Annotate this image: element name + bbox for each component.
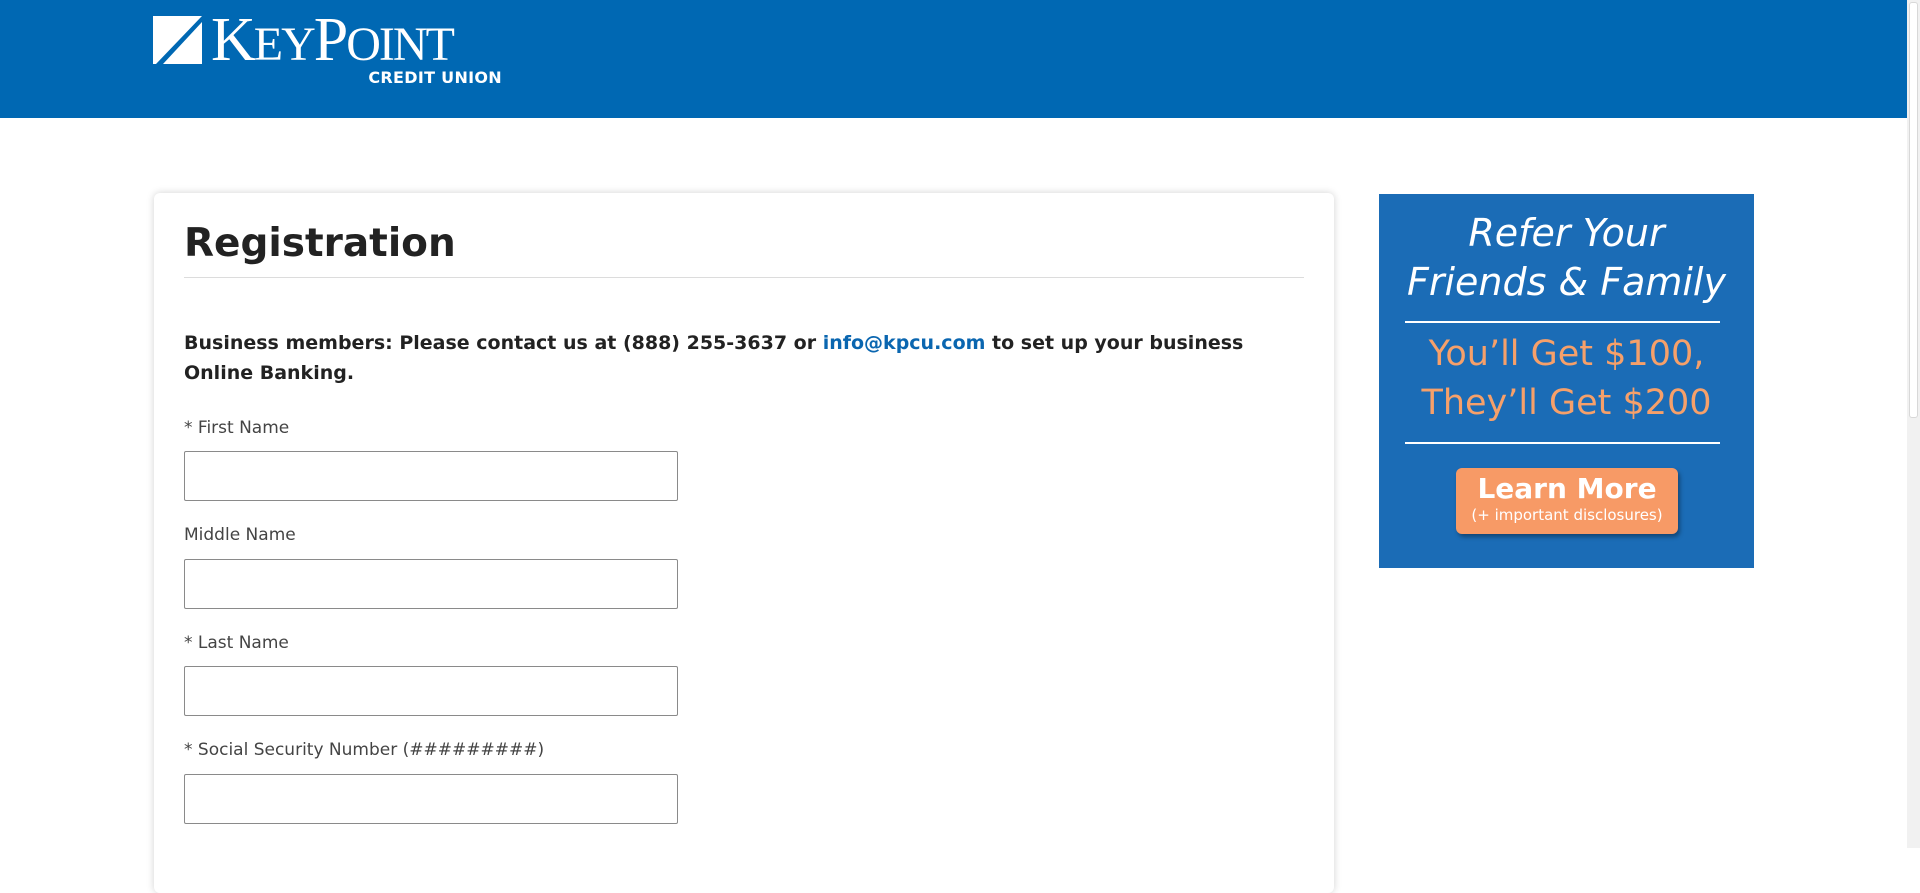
title-divider (184, 277, 1304, 278)
promo-offer-line2: They’ll Get $200 (1421, 383, 1712, 423)
registration-card: Registration Business members: Please co… (154, 193, 1334, 893)
referral-promo-banner[interactable]: Refer Your Friends & Family You’ll Get $… (1379, 194, 1754, 568)
first-name-label: * First Name (184, 418, 290, 438)
page-scrollbar[interactable] (1907, 0, 1920, 848)
notice-text-prefix: Business members: Please contact us at (… (184, 332, 823, 354)
logo-wordmark: KEYPOINT (211, 6, 455, 74)
disclosures-label: (+ important disclosures) (1471, 506, 1663, 524)
promo-heading-line2: Friends & Family (1407, 260, 1726, 304)
logo-subtitle: CREDIT UNION (368, 68, 502, 87)
ssn-input[interactable] (184, 774, 678, 824)
page-title: Registration (184, 221, 456, 266)
middle-name-label: Middle Name (184, 525, 296, 545)
scrollbar-thumb[interactable] (1909, 2, 1918, 418)
email-link[interactable]: info@kpcu.com (823, 332, 986, 354)
first-name-input[interactable] (184, 451, 678, 501)
business-notice: Business members: Please contact us at (… (184, 328, 1304, 388)
learn-more-label: Learn More (1477, 472, 1657, 505)
ssn-label: * Social Security Number (#########) (184, 740, 545, 760)
site-header: KEYPOINT CREDIT UNION (0, 0, 1907, 118)
last-name-label: * Last Name (184, 633, 289, 653)
middle-name-input[interactable] (184, 559, 678, 609)
last-name-input[interactable] (184, 666, 678, 716)
promo-heading-line1: Refer Your (1468, 211, 1665, 255)
promo-divider-bottom (1405, 442, 1720, 444)
promo-divider-top (1405, 321, 1720, 323)
learn-more-button[interactable]: Learn More (+ important disclosures) (1456, 468, 1678, 534)
promo-offer-line1: You’ll Get $100, (1428, 334, 1705, 374)
logo-mark-icon (153, 16, 202, 64)
keypoint-logo[interactable]: KEYPOINT CREDIT UNION (153, 8, 508, 88)
